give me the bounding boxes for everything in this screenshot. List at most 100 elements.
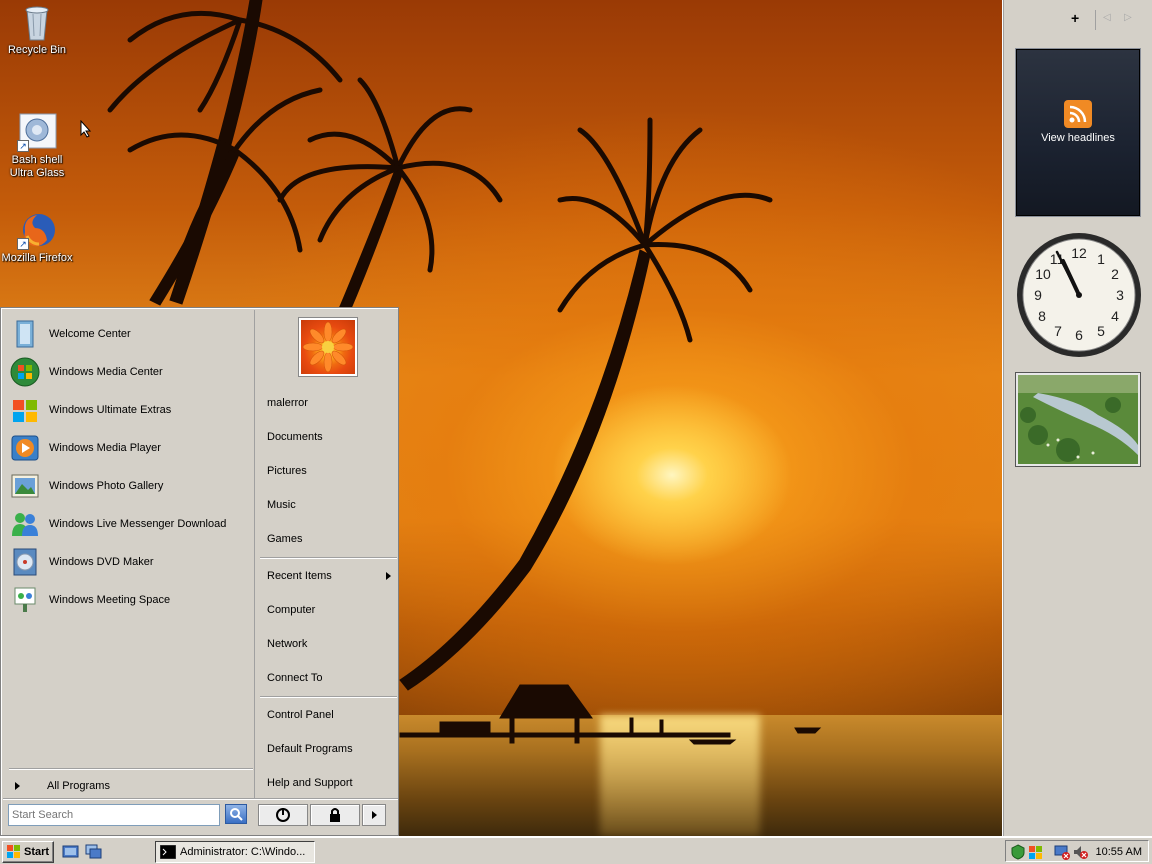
task-window-label: Administrator: C:\Windo... xyxy=(180,846,306,858)
desktop-icon-bash-shell[interactable]: ↗ Bash shell Ultra Glass xyxy=(0,112,74,180)
power-icon xyxy=(276,808,290,822)
system-tray: 10:55 AM xyxy=(1005,840,1149,862)
recycle-bin-icon xyxy=(17,2,57,42)
desktop-icon-label: Recycle Bin xyxy=(7,44,67,56)
program-label: Windows Meeting Space xyxy=(49,594,171,606)
menu-item-pictures[interactable]: Pictures xyxy=(267,465,307,477)
separator xyxy=(260,557,397,559)
separator xyxy=(260,696,397,698)
program-label: Windows Photo Gallery xyxy=(49,480,164,492)
lock-icon xyxy=(330,808,340,822)
start-menu-programs-pane: Welcome Center Windows Media Center Wind… xyxy=(3,310,255,798)
network-disconnected-icon[interactable] xyxy=(1054,844,1070,860)
shutdown-options-button[interactable] xyxy=(362,804,386,826)
svg-text:5: 5 xyxy=(1097,323,1105,339)
volume-muted-icon[interactable] xyxy=(1072,844,1088,860)
dvd-maker-icon xyxy=(13,548,37,576)
welcome-center-icon xyxy=(16,320,34,348)
switch-windows-icon[interactable] xyxy=(85,844,103,860)
arrow-right-icon xyxy=(372,811,377,819)
media-center-icon xyxy=(10,357,40,387)
shortcut-arrow-icon: ↗ xyxy=(17,238,29,250)
flower-icon xyxy=(302,321,354,373)
console-icon xyxy=(160,845,176,859)
meeting-space-icon xyxy=(14,587,36,612)
separator xyxy=(1095,10,1096,30)
menu-item-games[interactable]: Games xyxy=(267,533,302,545)
start-label: Start xyxy=(24,846,50,858)
program-label: Windows DVD Maker xyxy=(49,556,154,568)
desktop-icon-recycle-bin[interactable]: Recycle Bin xyxy=(0,2,74,57)
menu-item-documents[interactable]: Documents xyxy=(267,431,323,443)
media-player-icon xyxy=(11,435,39,461)
rss-icon xyxy=(1064,100,1092,128)
menu-item-user-folder[interactable]: malerror xyxy=(267,397,308,409)
program-label: Windows Media Center xyxy=(49,366,163,378)
svg-text:2: 2 xyxy=(1111,266,1119,282)
program-label: Windows Media Player xyxy=(49,442,161,454)
all-programs-button[interactable]: All Programs xyxy=(47,780,110,792)
svg-text:3: 3 xyxy=(1116,287,1124,303)
power-button[interactable] xyxy=(258,804,308,826)
svg-text:4: 4 xyxy=(1111,308,1119,324)
photo-gallery-icon xyxy=(11,474,39,498)
svg-text:10: 10 xyxy=(1035,266,1051,282)
menu-item-network[interactable]: Network xyxy=(267,638,307,650)
program-label: Windows Ultimate Extras xyxy=(49,404,172,416)
separator xyxy=(9,768,253,770)
add-gadget-button[interactable]: + xyxy=(1071,10,1079,26)
svg-text:7: 7 xyxy=(1054,323,1062,339)
program-label: Windows Live Messenger Download xyxy=(49,518,227,530)
menu-item-control-panel[interactable]: Control Panel xyxy=(267,709,334,721)
slideshow-gadget[interactable] xyxy=(1016,373,1140,466)
menu-item-recent-items[interactable]: Recent Items xyxy=(267,570,332,582)
windows-logo-icon xyxy=(7,845,20,858)
show-desktop-icon[interactable] xyxy=(62,844,80,860)
shortcut-arrow-icon: ↗ xyxy=(17,140,29,152)
program-windows-meeting-space[interactable]: Windows Meeting Space xyxy=(9,582,253,618)
security-center-icon[interactable] xyxy=(1010,844,1026,860)
menu-item-connect-to[interactable]: Connect To xyxy=(267,672,322,684)
program-welcome-center[interactable]: Welcome Center xyxy=(9,316,253,352)
clock-gadget[interactable]: 12 1 2 3 4 5 6 7 8 9 10 11 xyxy=(1015,231,1143,359)
program-label: Welcome Center xyxy=(49,328,131,340)
desktop-icon-firefox[interactable]: ↗ Mozilla Firefox xyxy=(0,210,74,265)
program-windows-live-messenger[interactable]: Windows Live Messenger Download xyxy=(9,506,253,542)
windows-flag-icon[interactable] xyxy=(1028,844,1044,860)
program-windows-media-player[interactable]: Windows Media Player xyxy=(9,430,253,466)
start-button[interactable]: Start xyxy=(2,841,54,863)
menu-item-default-programs[interactable]: Default Programs xyxy=(267,743,353,755)
search-icon xyxy=(230,808,243,821)
firefox-icon: ↗ xyxy=(17,210,57,250)
bash-shell-icon: ↗ xyxy=(17,112,57,152)
view-headlines-label: View headlines xyxy=(1041,132,1115,144)
svg-text:6: 6 xyxy=(1075,327,1083,343)
program-windows-photo-gallery[interactable]: Windows Photo Gallery xyxy=(9,468,253,504)
start-menu-places-pane: malerror Documents Pictures Music Games … xyxy=(256,310,398,798)
user-picture-avatar[interactable] xyxy=(299,318,357,376)
previous-gadget-button[interactable]: ◁ xyxy=(1103,12,1111,23)
windows-sidebar: + ◁ ▷ View headlines 12 1 2 3 4 5 6 7 8 … xyxy=(1002,0,1152,836)
feed-headlines-gadget[interactable]: View headlines xyxy=(1016,49,1140,216)
taskbar-clock[interactable]: 10:55 AM xyxy=(1096,846,1142,858)
taskbar-button-command-prompt[interactable]: Administrator: C:\Windo... xyxy=(155,841,315,863)
slideshow-image xyxy=(1018,375,1138,464)
menu-item-music[interactable]: Music xyxy=(267,499,296,511)
submenu-arrow-icon xyxy=(386,572,391,580)
separator xyxy=(3,798,398,800)
desktop-icon-label: Mozilla Firefox xyxy=(1,252,73,264)
program-windows-dvd-maker[interactable]: Windows DVD Maker xyxy=(9,544,253,580)
program-windows-media-center[interactable]: Windows Media Center xyxy=(9,354,253,390)
search-button[interactable] xyxy=(225,804,247,824)
svg-text:1: 1 xyxy=(1097,251,1105,267)
desktop-icon-label: Bash shell Ultra Glass xyxy=(9,154,65,179)
program-windows-ultimate-extras[interactable]: Windows Ultimate Extras xyxy=(9,392,253,428)
start-menu: Welcome Center Windows Media Center Wind… xyxy=(0,307,399,836)
lock-button[interactable] xyxy=(310,804,360,826)
start-search-input[interactable] xyxy=(8,804,220,826)
ultimate-extras-icon xyxy=(13,400,37,422)
next-gadget-button[interactable]: ▷ xyxy=(1124,12,1132,23)
menu-item-computer[interactable]: Computer xyxy=(267,604,315,616)
menu-item-help-and-support[interactable]: Help and Support xyxy=(267,777,353,789)
mouse-cursor-icon xyxy=(80,120,92,138)
